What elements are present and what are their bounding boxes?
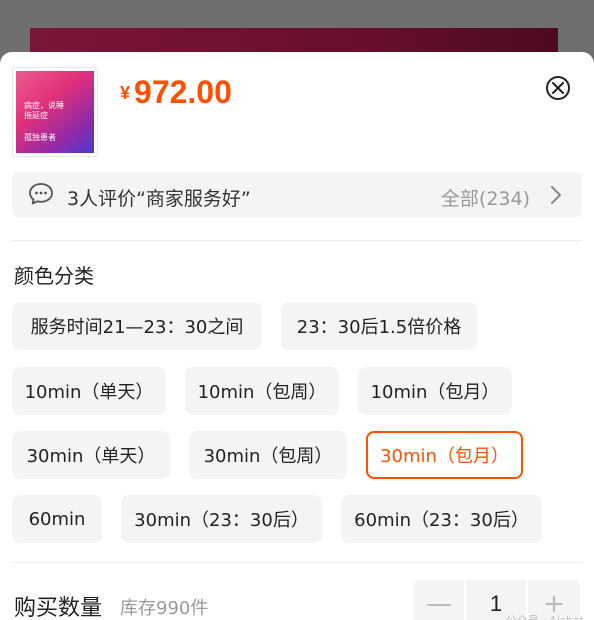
sku-option[interactable]: 60min（23：30后）: [341, 495, 542, 543]
sku-option[interactable]: 10min（包月）: [358, 367, 512, 415]
review-summary-bar[interactable]: 3人评价“商家服务好” 全部(234): [12, 172, 582, 218]
watermark: 公众号 · Aichat: [506, 612, 584, 620]
minus-icon: —: [426, 589, 452, 619]
close-icon: [552, 82, 564, 94]
stock-count: 库存990件: [120, 598, 209, 619]
product-thumbnail: 病症，说睡 拖延症 孤独患者: [12, 67, 98, 157]
chat-bubble-icon: [29, 183, 53, 205]
sku-option[interactable]: 服务时间21—23：30之间: [12, 302, 262, 350]
sku-selection-sheet: 病症，说睡 拖延症 孤独患者 ¥972.00 3人评价“商家服务好” 全部(23…: [0, 52, 594, 620]
price-amount: 972.00: [134, 74, 232, 110]
thumbnail-text-3: 孤独患者: [24, 133, 56, 142]
currency-symbol: ¥: [120, 83, 131, 103]
sku-option[interactable]: 10min（包周）: [185, 367, 339, 415]
divider: [12, 562, 582, 563]
all-reviews-link[interactable]: 全部(234): [441, 184, 530, 211]
quantity-label: 购买数量: [14, 596, 103, 620]
product-price: ¥972.00: [120, 74, 232, 111]
divider: [12, 240, 582, 241]
review-summary-text: 3人评价“商家服务好”: [67, 188, 251, 210]
sku-option[interactable]: 60min: [12, 495, 102, 543]
color-category-title: 颜色分类: [14, 264, 94, 288]
chevron-right-icon: [551, 186, 561, 204]
quantity-decrease-button[interactable]: —: [414, 580, 464, 620]
sku-option[interactable]: 30min（单天）: [12, 431, 170, 479]
sku-option[interactable]: 23：30后1.5倍价格: [281, 302, 477, 350]
sku-option[interactable]: 30min（包周）: [189, 431, 347, 479]
sku-option-selected[interactable]: 30min（包月）: [366, 431, 523, 479]
thumbnail-text-2: 拖延症: [24, 111, 48, 120]
close-button[interactable]: [546, 76, 570, 100]
sku-option[interactable]: 10min（单天）: [12, 367, 166, 415]
sku-option[interactable]: 30min（23：30后）: [121, 495, 322, 543]
thumbnail-text-1: 病症，说睡: [24, 101, 64, 110]
